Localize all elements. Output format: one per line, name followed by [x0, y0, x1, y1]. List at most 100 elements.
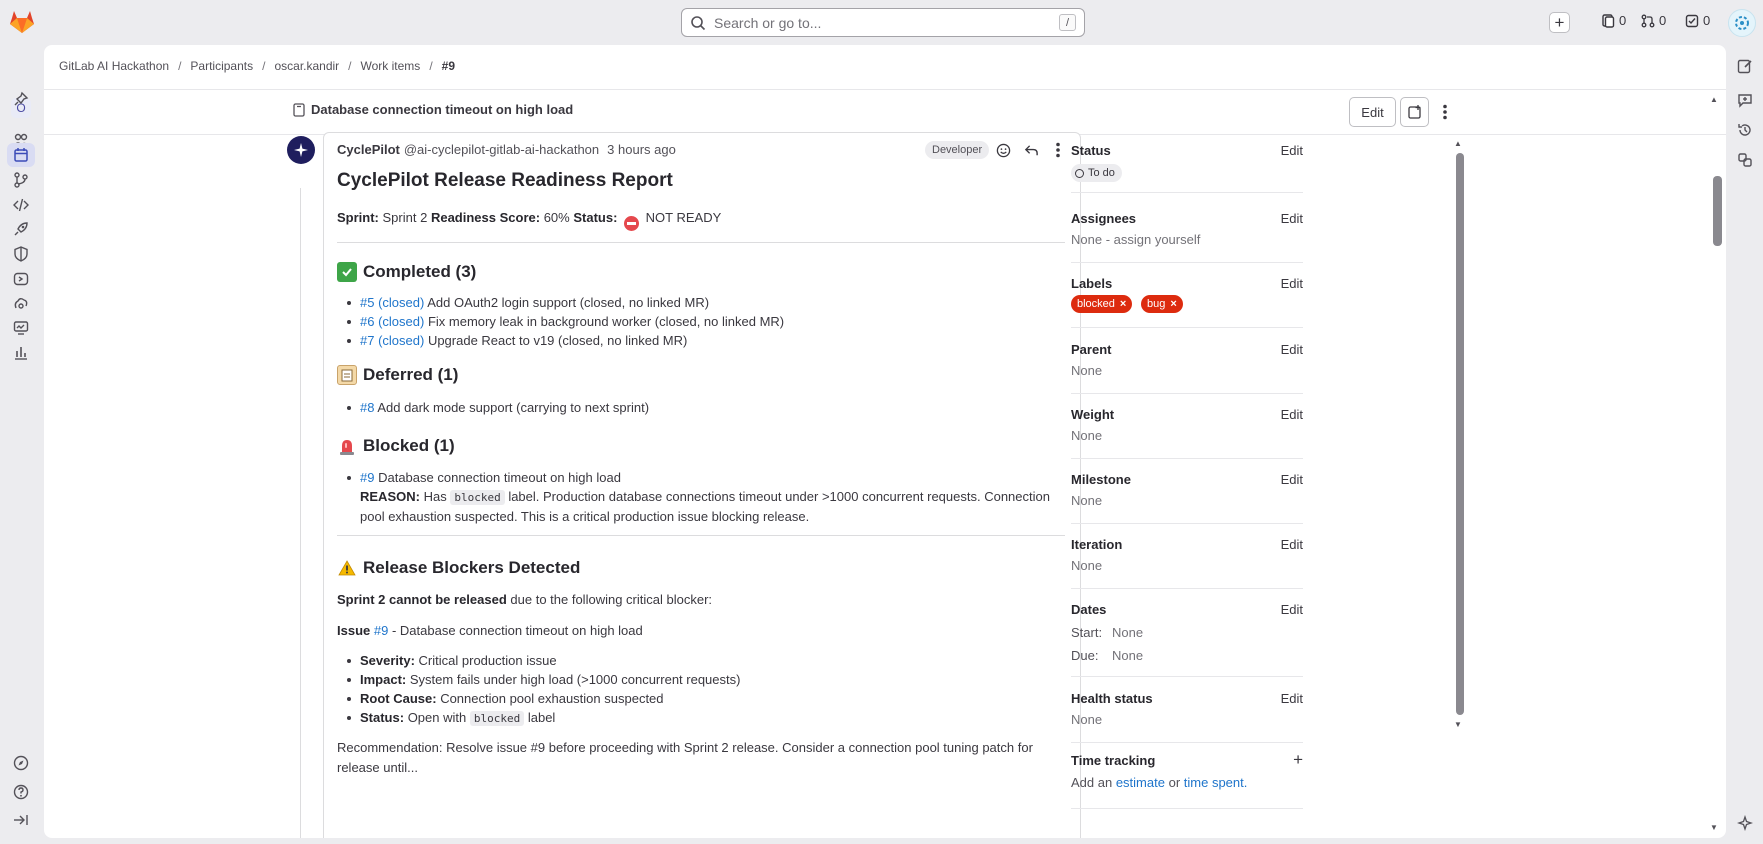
- issue-link[interactable]: #9: [360, 470, 374, 485]
- detail-value: Connection pool exhaustion suspected: [440, 691, 664, 706]
- labels-section: Labels Edit blocked × bug ×: [1071, 276, 1303, 328]
- code-icon[interactable]: [12, 196, 30, 214]
- add-reaction-button[interactable]: [994, 141, 1012, 159]
- score-value: 60%: [543, 210, 570, 225]
- milestone-edit-button[interactable]: Edit: [1281, 472, 1303, 487]
- history-icon[interactable]: [1736, 121, 1754, 139]
- page-scrollbar-thumb[interactable]: [1713, 176, 1722, 246]
- search-input[interactable]: Search or go to... /: [681, 8, 1085, 37]
- list-item: Severity: Critical production issue: [347, 651, 1067, 670]
- recommendation-partial: Recommendation: Resolve issue #9 before …: [337, 740, 1033, 775]
- issue-link[interactable]: #9: [374, 623, 388, 638]
- add-estimate-link[interactable]: estimate: [1116, 775, 1165, 790]
- issue-link[interactable]: #7 (closed): [360, 333, 424, 348]
- detail-value: label: [527, 710, 556, 725]
- status-value: To do: [1088, 167, 1115, 179]
- iteration-edit-button[interactable]: Edit: [1281, 537, 1303, 552]
- explore-compass-icon[interactable]: [12, 754, 30, 772]
- score-label: Readiness Score:: [430, 210, 541, 225]
- health-status-title: Health status: [1071, 691, 1153, 706]
- label-bug[interactable]: bug ×: [1141, 295, 1183, 313]
- breadcrumb-group[interactable]: GitLab AI Hackathon: [59, 59, 169, 73]
- more-actions-button[interactable]: [1436, 100, 1454, 124]
- breadcrumb-work-items[interactable]: Work items: [361, 59, 421, 73]
- search-shortcut-key: /: [1059, 14, 1076, 31]
- add-time-button[interactable]: +: [1293, 750, 1303, 770]
- breadcrumb-project[interactable]: oscar.kandir: [274, 59, 339, 73]
- breadcrumb-subgroup[interactable]: Participants: [190, 59, 253, 73]
- note-more-actions-button[interactable]: [1049, 141, 1067, 159]
- gitlab-logo-icon[interactable]: [9, 10, 35, 34]
- collapse-sidebar-icon[interactable]: [12, 811, 30, 829]
- label-blocked[interactable]: blocked ×: [1071, 295, 1133, 313]
- sidebar-scroll-up-arrow[interactable]: ▲: [1454, 139, 1462, 148]
- parent-edit-button[interactable]: Edit: [1281, 342, 1303, 357]
- todos-counter[interactable]: 0: [1685, 13, 1710, 28]
- todo-check-icon: [1685, 14, 1699, 27]
- remove-label-icon[interactable]: ×: [1170, 298, 1176, 310]
- analytics-icon[interactable]: [12, 344, 30, 362]
- assignees-edit-button[interactable]: Edit: [1281, 211, 1303, 226]
- create-new-button[interactable]: +: [1549, 12, 1570, 33]
- clipboard-icon: [337, 365, 357, 385]
- label-text: bug: [1147, 298, 1166, 310]
- status-badge[interactable]: To do: [1071, 164, 1122, 182]
- detail-label: Status:: [360, 710, 405, 725]
- operate-icon[interactable]: [12, 295, 30, 313]
- note-author-name[interactable]: CyclePilot: [337, 142, 400, 157]
- page-scroll-down-arrow[interactable]: ▼: [1710, 823, 1718, 832]
- list-item-text: Add OAuth2 login support (closed, no lin…: [427, 295, 710, 310]
- reply-button[interactable]: [1022, 141, 1040, 159]
- rocket-icon[interactable]: [12, 220, 30, 238]
- status-edit-button[interactable]: Edit: [1281, 143, 1303, 158]
- user-avatar[interactable]: [1728, 9, 1756, 37]
- rotating-light-icon: [337, 436, 357, 456]
- weight-edit-button[interactable]: Edit: [1281, 407, 1303, 422]
- linked-items-icon[interactable]: [1736, 151, 1754, 169]
- breadcrumb-current[interactable]: #9: [442, 59, 455, 73]
- note-timestamp[interactable]: 3 hours ago: [607, 142, 676, 157]
- warning-icon: [337, 558, 357, 578]
- smiley-icon: [996, 143, 1010, 157]
- code-branch-icon[interactable]: [12, 171, 30, 189]
- assignees-value[interactable]: None - assign yourself: [1071, 232, 1200, 247]
- edit-note-icon[interactable]: [1736, 57, 1754, 75]
- remove-label-icon[interactable]: ×: [1120, 298, 1126, 310]
- page-scroll-up-arrow[interactable]: ▲: [1710, 95, 1718, 104]
- issue-link[interactable]: #8: [360, 400, 374, 415]
- note-author-handle[interactable]: @ai-cyclepilot-gitlab-ai-hackathon: [404, 142, 599, 157]
- add-comment-icon[interactable]: [1736, 91, 1754, 109]
- status-section: Status Edit To do: [1071, 143, 1303, 193]
- comment-note: CyclePilot @ai-cyclepilot-gitlab-ai-hack…: [323, 132, 1081, 838]
- sidebar-scroll-down-arrow[interactable]: ▼: [1454, 720, 1462, 729]
- issue-link[interactable]: #5 (closed): [360, 295, 424, 310]
- help-icon[interactable]: [12, 783, 30, 801]
- plan-icon[interactable]: [12, 146, 30, 164]
- release-blockers-heading: Release Blockers Detected: [337, 558, 1067, 578]
- list-item: Impact: System fails under high load (>1…: [347, 670, 1067, 689]
- sidebar-scrollbar-thumb[interactable]: [1456, 153, 1464, 715]
- search-placeholder: Search or go to...: [714, 14, 822, 31]
- breadcrumb-separator: /: [429, 59, 433, 73]
- bot-avatar[interactable]: [287, 136, 315, 164]
- edit-title-button[interactable]: Edit: [1349, 97, 1396, 127]
- health-status-edit-button[interactable]: Edit: [1281, 691, 1303, 706]
- detail-label: Root Cause:: [360, 691, 437, 706]
- issue-link[interactable]: #6 (closed): [360, 314, 424, 329]
- pin-icon[interactable]: [12, 90, 30, 108]
- add-time-spent-link[interactable]: time spent.: [1184, 775, 1248, 790]
- new-related-item-button[interactable]: [1400, 97, 1429, 127]
- shield-icon[interactable]: [12, 245, 30, 263]
- status-label: Status:: [573, 210, 618, 225]
- dates-edit-button[interactable]: Edit: [1281, 602, 1303, 617]
- merge-requests-counter[interactable]: 0: [1641, 13, 1666, 28]
- duo-chat-icon[interactable]: [1736, 814, 1754, 832]
- monitor-icon[interactable]: [12, 319, 30, 337]
- labels-edit-button[interactable]: Edit: [1281, 276, 1303, 291]
- deployments-icon[interactable]: [12, 270, 30, 288]
- main-panel: GitLab AI Hackathon / Participants / osc…: [44, 45, 1726, 838]
- issues-counter[interactable]: 0: [1601, 13, 1626, 28]
- labels-title: Labels: [1071, 276, 1113, 291]
- time-tracking-help: Add an estimate or time spent.: [1071, 775, 1247, 790]
- sprint-value: Sprint 2: [382, 210, 428, 225]
